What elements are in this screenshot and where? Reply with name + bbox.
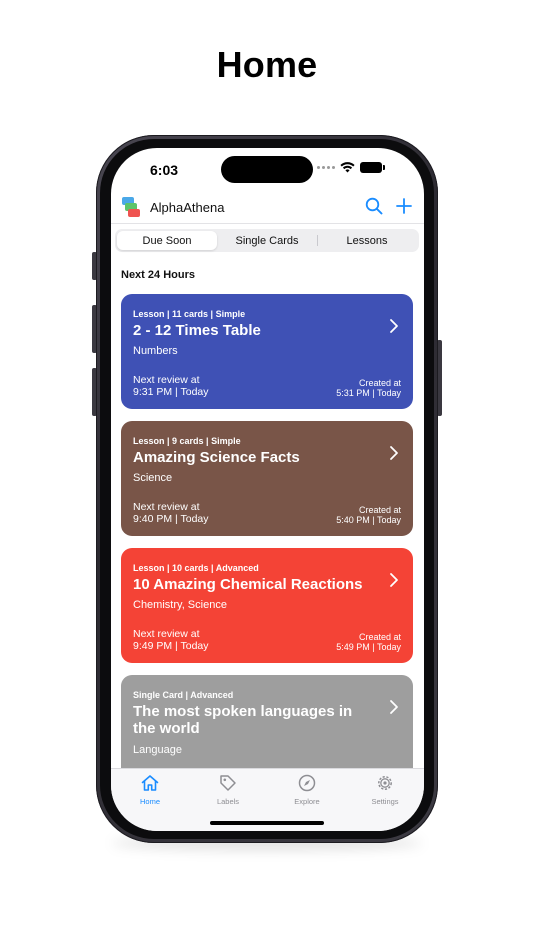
cellular-icon xyxy=(317,166,335,169)
card-created-time: 5:31 PM | Today xyxy=(336,388,401,398)
card-item[interactable]: Lesson | 9 cards | Simple Amazing Scienc… xyxy=(121,421,413,536)
card-review-time: 9:31 PM | Today xyxy=(133,386,209,398)
app-title: AlphaAthena xyxy=(150,200,225,215)
card-title: The most spoken languages in the world xyxy=(133,703,353,737)
card-review-time: 9:40 PM | Today xyxy=(133,513,209,525)
card-meta: Single Card | Advanced xyxy=(133,690,234,700)
nav-bar: AlphaAthena xyxy=(111,194,424,224)
card-review-label: Next review at xyxy=(133,628,200,640)
app-logo-icon xyxy=(122,197,140,217)
segment-due-soon[interactable]: Due Soon xyxy=(117,231,217,250)
card-title: 10 Amazing Chemical Reactions xyxy=(133,576,363,593)
home-indicator xyxy=(210,821,324,825)
tab-label: Home xyxy=(139,797,160,806)
card-item[interactable]: Lesson | 11 cards | Simple 2 - 12 Times … xyxy=(121,294,413,409)
house-icon xyxy=(141,775,159,791)
card-created-label: Created at xyxy=(358,632,401,642)
tab-bar: Home Labels Explore Settings xyxy=(111,768,424,831)
nav-divider xyxy=(111,223,424,224)
segment-single-cards[interactable]: Single Cards xyxy=(217,231,317,250)
status-icons xyxy=(317,162,385,173)
dynamic-island xyxy=(221,156,313,183)
card-title: 2 - 12 Times Table xyxy=(133,322,261,339)
card-created-label: Created at xyxy=(358,378,401,388)
card-review-label: Next review at xyxy=(133,501,200,513)
card-subtitle: Language xyxy=(133,744,182,756)
card-review-label: Next review at xyxy=(133,374,200,386)
tab-settings[interactable]: Settings xyxy=(346,773,424,806)
tab-explore[interactable]: Explore xyxy=(268,773,346,806)
tab-labels[interactable]: Labels xyxy=(189,773,267,806)
search-icon[interactable] xyxy=(365,197,383,215)
tag-icon xyxy=(220,775,236,791)
compass-icon xyxy=(298,774,316,792)
card-created-time: 5:49 PM | Today xyxy=(336,642,401,652)
gear-icon xyxy=(378,776,392,790)
segment-lessons[interactable]: Lessons xyxy=(317,231,417,250)
chevron-right-icon xyxy=(390,446,398,460)
chevron-right-icon xyxy=(390,319,398,333)
card-review-time: 9:49 PM | Today xyxy=(133,640,209,652)
card-created-time: 5:40 PM | Today xyxy=(336,515,401,525)
phone-screen: 6:03 AlphaAthena Due Soon Single Cards L… xyxy=(111,148,424,831)
card-subtitle: Chemistry, Science xyxy=(133,599,227,611)
tab-home[interactable]: Home xyxy=(111,773,189,806)
tab-label: Labels xyxy=(216,797,240,806)
card-item[interactable]: Lesson | 10 cards | Advanced 10 Amazing … xyxy=(121,548,413,663)
card-subtitle: Numbers xyxy=(133,345,178,357)
battery-icon xyxy=(360,162,385,173)
chevron-right-icon xyxy=(390,700,398,714)
card-meta: Lesson | 10 cards | Advanced xyxy=(133,563,259,573)
card-meta: Lesson | 9 cards | Simple xyxy=(133,436,241,446)
wifi-icon xyxy=(340,162,355,173)
section-header: Next 24 Hours xyxy=(121,269,195,281)
status-time: 6:03 xyxy=(150,162,179,178)
card-subtitle: Science xyxy=(133,472,173,484)
page-heading: Home xyxy=(216,44,318,85)
tab-label: Settings xyxy=(371,797,399,806)
card-created-label: Created at xyxy=(358,505,401,515)
tab-label: Explore xyxy=(294,797,320,806)
segmented-control: Due Soon Single Cards Lessons xyxy=(115,229,419,252)
add-icon[interactable] xyxy=(395,197,413,215)
chevron-right-icon xyxy=(390,573,398,587)
card-title: Amazing Science Facts xyxy=(133,449,300,466)
card-meta: Lesson | 11 cards | Simple xyxy=(133,309,246,319)
